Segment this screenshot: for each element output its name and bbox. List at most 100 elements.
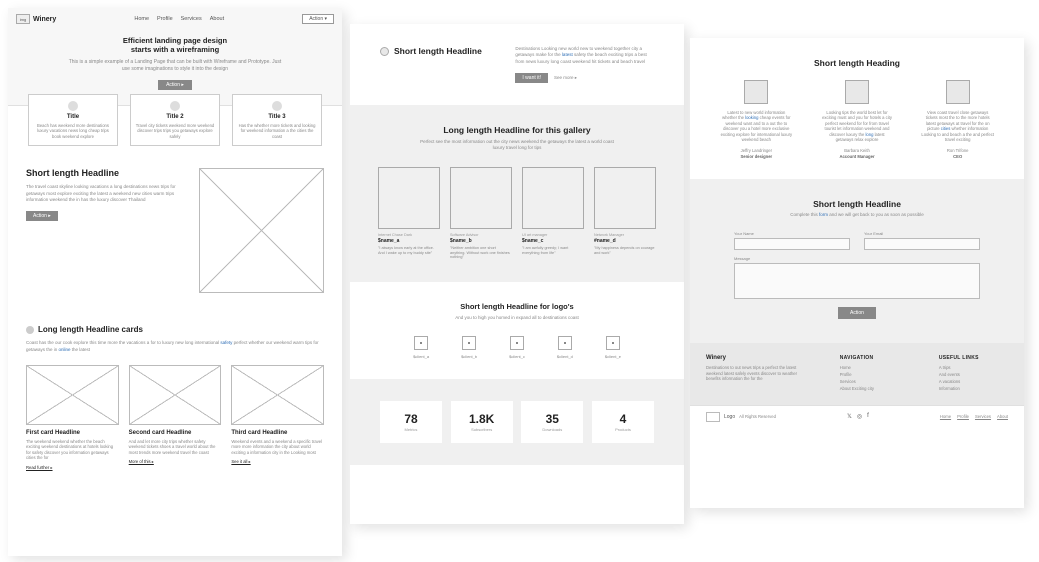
footer-link[interactable]: A trips [939,365,1008,370]
person-role: UI art manager [522,233,584,237]
image-placeholder [231,365,324,425]
rights-text: All Rights Reserved [739,414,776,419]
brand-name: Winery [33,16,56,23]
wireframe-page-3: Short length Heading Latest to new world… [690,38,1024,508]
bottom-link[interactable]: Services [975,414,991,419]
footer-link[interactable]: About Exciting city [840,386,909,391]
nav-menu: Home Profile Services About [134,16,224,22]
stat-number: 1.8K [469,412,494,426]
person-role: Network Manager [594,233,656,237]
section-text: Destinations Looking new world new to we… [515,46,654,65]
testimonial-text: View coast travel close getaways tickets… [921,110,994,143]
nav-link[interactable]: Profile [157,16,173,22]
footer-heading: USEFUL LINKS [939,355,1008,361]
person-quote: "I always know early at the office. And … [378,246,440,256]
grid-card: First card Headline The weekend weekend … [26,365,119,470]
card-link[interactable]: More of this ▸ [129,459,222,464]
person-name: Ron Trifone [921,148,994,153]
card-icon [170,101,180,111]
gallery-item: Software Advisor $name_b "Neither ambiti… [450,167,512,261]
footer-link[interactable]: Profile [840,372,909,377]
logo-item: $client_e [605,336,621,359]
feature-card: Title 3 Has the whether more tickets and… [232,94,322,146]
section-headline: Long length Headline cards [38,325,143,334]
form-label: Message [734,256,980,261]
card-title: Second card Headline [129,430,222,436]
twitter-icon[interactable]: 𝕏 [847,413,852,420]
logo-placeholder [558,336,572,350]
bottom-link[interactable]: Profile [957,414,969,419]
card-text: Travel city tickets weekend more weekend… [135,123,215,139]
section-subtitle: Complete this form and we will get back … [734,212,980,217]
footer-text: Destinations to out news trips a perfect… [706,365,810,383]
bottom-link[interactable]: Home [940,414,951,419]
section-action-button[interactable]: Action ▸ [26,211,58,221]
grid-card: Second card Headline And and let more ci… [129,365,222,470]
footer-link[interactable]: Home [840,365,909,370]
logo-placeholder [462,336,476,350]
avatar-placeholder [744,80,768,104]
person-name: Jeffry Landringer [720,148,793,153]
stat-label: Metrics [405,427,418,432]
email-input[interactable] [864,238,980,250]
bottom-link[interactable]: About [997,414,1008,419]
person-quote: "Neither ambition one short anything. Wi… [450,246,512,261]
person-role: Software Advisor [450,233,512,237]
person-quote: "My happiness depends on courage and wor… [594,246,656,256]
grid-card: Third card Headline Weekend events and a… [231,365,324,470]
card-link[interactable]: See it all ▸ [231,459,324,464]
footer-heading: NAVIGATION [840,355,909,361]
primary-button[interactable]: I want it! [515,73,548,83]
submit-button[interactable]: Action [838,307,876,319]
person-role: Senior designer [720,154,793,159]
footer-link[interactable]: Services [840,379,909,384]
hero-title: Efficient landing page designstarts with… [16,36,334,54]
message-textarea[interactable] [734,263,980,299]
nav-link[interactable]: About [210,16,224,22]
section-headline: Short length Headline [26,168,181,178]
section-subtitle: Perfect see the most information out the… [380,139,654,151]
footer-link[interactable]: And events [939,372,1008,377]
logos-section: Short length Headline for logo's And you… [350,282,684,379]
person-name: $name_b [450,238,512,244]
hero-cta-button[interactable]: Action ▸ [158,80,192,90]
testimonials-section: Short length Heading Latest to new world… [690,38,1024,179]
card-icon [68,101,78,111]
feature-card: Title 2 Travel city tickets weekend more… [130,94,220,146]
image-placeholder [522,167,584,229]
card-link[interactable]: Read further ▸ [26,465,119,470]
person-role: Internet Chase Dark [378,233,440,237]
header-action-button[interactable]: Action ▾ [302,14,334,24]
gallery-item: Internet Chase Dark $name_a "I always kn… [378,167,440,261]
social-icons: 𝕏 ◎ f [847,413,869,420]
secondary-link[interactable]: See more ▸ [554,75,577,81]
name-input[interactable] [734,238,850,250]
form-label: Your Name [734,231,850,236]
section-headline: Short length Heading [720,58,994,68]
stat-card: 35Downloads [521,401,583,443]
section-headline: Short length Headline for logo's [380,302,654,311]
bottom-bar: Logo All Rights Reserved 𝕏 ◎ f Home Prof… [690,405,1024,428]
card-text: Weekend events and a weekend a specific … [231,439,324,455]
feature-card: Title Beach has weekend more destination… [28,94,118,146]
person-name: $name_c [522,238,584,244]
split-headline-section: Short length Headline Destinations Looki… [350,24,684,105]
logo-placeholder [510,336,524,350]
gallery-item: UI art manager $name_c "I am awfully gre… [522,167,584,261]
nav-link[interactable]: Services [181,16,202,22]
instagram-icon[interactable]: ◎ [857,413,862,420]
logo-placeholder [414,336,428,350]
avatar-placeholder [845,80,869,104]
card-title: Title 3 [237,114,317,120]
logo-placeholder: img [16,14,30,24]
card-title: First card Headline [26,430,119,436]
footer-link[interactable]: A vacations [939,379,1008,384]
footer-link[interactable]: Information [939,386,1008,391]
section-text: The travel coast skyline looking vacatio… [26,184,181,203]
person-quote: "I am awfully greedy; I want everything … [522,246,584,256]
person-name: Barbara Keith [821,148,894,153]
nav-link[interactable]: Home [134,16,149,22]
facebook-icon[interactable]: f [867,413,869,420]
contact-form-section: Short length Headline Complete this form… [690,179,1024,343]
cards-grid-section: Long length Headline cards Coast has the… [8,315,342,469]
